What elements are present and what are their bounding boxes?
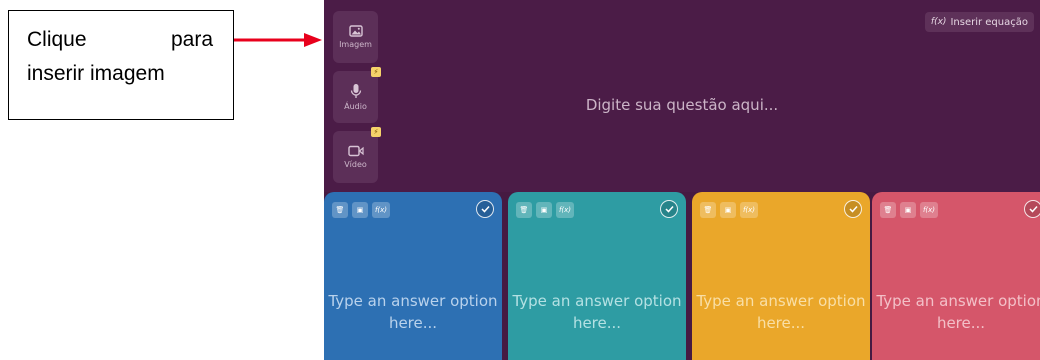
checkmark-icon	[664, 205, 674, 213]
answer-placeholder[interactable]: Type an answer option here...	[508, 290, 686, 334]
annotation-arrow	[234, 33, 322, 47]
answer-card-toolbar: 🗑 ▣ f(x)	[880, 202, 938, 218]
trash-icon[interactable]: 🗑	[516, 202, 532, 218]
answer-card-toolbar: 🗑 ▣ f(x)	[700, 202, 758, 218]
answer-placeholder[interactable]: Type an answer option here...	[692, 290, 870, 334]
quiz-editor: Imagem ⚡ Áudio ⚡ Vídeo f(x) Inserir equa…	[324, 0, 1040, 360]
question-area[interactable]: Imagem ⚡ Áudio ⚡ Vídeo f(x) Inserir equa…	[324, 0, 1040, 192]
mark-correct-button[interactable]	[660, 200, 678, 218]
mark-correct-button[interactable]	[1024, 200, 1040, 218]
checkmark-icon	[848, 205, 858, 213]
annotation-word-para: para	[170, 28, 213, 51]
mark-correct-button[interactable]	[844, 200, 862, 218]
answer-placeholder[interactable]: Type an answer option here...	[324, 290, 502, 334]
answer-card-toolbar: 🗑 ▣ f(x)	[516, 202, 574, 218]
function-icon[interactable]: f(x)	[372, 202, 390, 218]
function-icon[interactable]: f(x)	[556, 202, 574, 218]
checkmark-icon	[480, 205, 490, 213]
image-icon[interactable]: ▣	[720, 202, 736, 218]
trash-icon[interactable]: 🗑	[332, 202, 348, 218]
image-icon[interactable]: ▣	[536, 202, 552, 218]
answer-card-4[interactable]: 🗑 ▣ f(x) Type an answer option here...	[872, 192, 1040, 360]
answer-card-2[interactable]: 🗑 ▣ f(x) Type an answer option here...	[508, 192, 686, 360]
answer-placeholder[interactable]: Type an answer option here...	[872, 290, 1040, 334]
answer-card-3[interactable]: 🗑 ▣ f(x) Type an answer option here...	[692, 192, 870, 360]
trash-icon[interactable]: 🗑	[700, 202, 716, 218]
mark-correct-button[interactable]	[476, 200, 494, 218]
annotation-word-clique: Clique	[27, 28, 87, 51]
annotation-line-1: Clique para	[27, 23, 213, 57]
checkmark-icon	[1028, 205, 1038, 213]
function-icon[interactable]: f(x)	[920, 202, 938, 218]
annotation-callout: Clique para inserir imagem	[8, 10, 234, 120]
function-icon[interactable]: f(x)	[740, 202, 758, 218]
trash-icon[interactable]: 🗑	[880, 202, 896, 218]
annotation-line-2: inserir imagem	[27, 62, 165, 85]
answer-options: 🗑 ▣ f(x) Type an answer option here... 🗑…	[324, 192, 1040, 360]
image-icon[interactable]: ▣	[352, 202, 368, 218]
image-icon[interactable]: ▣	[900, 202, 916, 218]
answer-card-1[interactable]: 🗑 ▣ f(x) Type an answer option here...	[324, 192, 502, 360]
question-placeholder[interactable]: Digite sua questão aqui...	[324, 0, 1040, 210]
answer-card-toolbar: 🗑 ▣ f(x)	[332, 202, 390, 218]
